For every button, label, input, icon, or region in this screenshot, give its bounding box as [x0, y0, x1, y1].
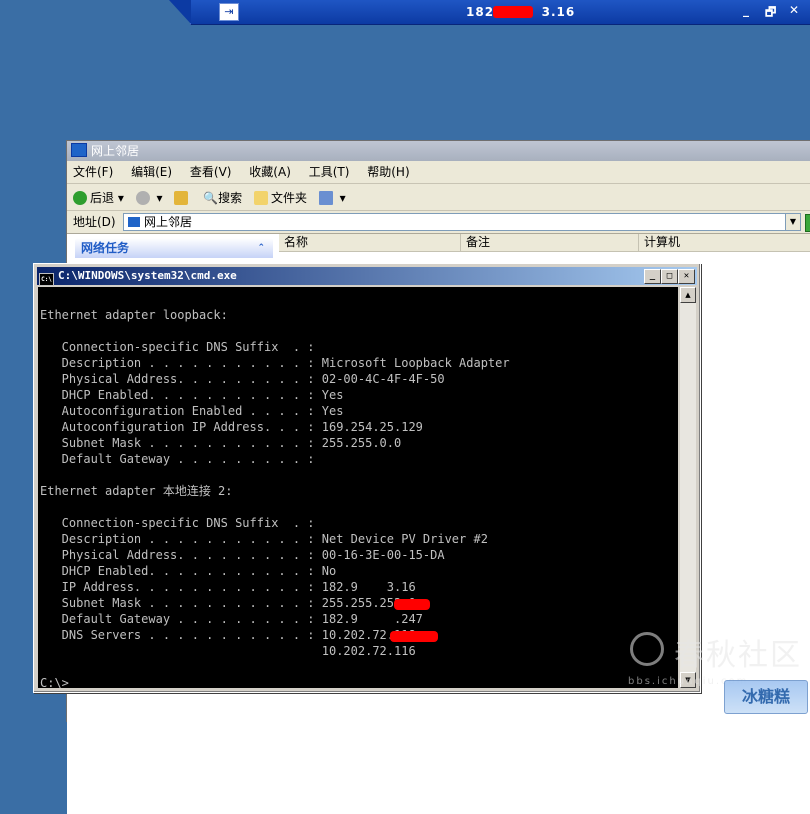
- explorer-menubar: 文件(F) 编辑(E) 查看(V) 收藏(A) 工具(T) 帮助(H): [67, 161, 810, 184]
- menu-edit[interactable]: 编辑(E): [131, 165, 172, 179]
- search-label: 搜索: [218, 190, 243, 205]
- search-icon: 🔍: [203, 190, 219, 205]
- watermark: 春秋社区 bbs.ichunqiu.com 冰糖糕: [628, 630, 810, 715]
- cmd-maximize-button[interactable]: □: [661, 269, 678, 284]
- menu-tools[interactable]: 工具(T): [309, 165, 350, 179]
- rdp-close-button[interactable]: ✕: [789, 3, 799, 17]
- up-folder-icon: [174, 190, 189, 205]
- cmd-window: C:\ C:\WINDOWS\system32\cmd.exe _ □ ✕ Eth…: [33, 263, 701, 693]
- address-dropdown-icon[interactable]: ▼: [785, 214, 800, 230]
- views-button[interactable]: ▾: [318, 185, 346, 211]
- views-icon: [318, 190, 333, 205]
- redaction-mark: [493, 6, 533, 18]
- cmd-close-button[interactable]: ✕: [678, 269, 695, 284]
- redaction-mark: [394, 599, 430, 610]
- explorer-titlebar[interactable]: 网上邻居: [67, 141, 810, 161]
- rdp-restore-button[interactable]: 🗗: [765, 3, 776, 24]
- back-button[interactable]: 后退 ▾: [73, 185, 124, 211]
- task-pane-title: 网络任务: [81, 241, 130, 255]
- back-arrow-icon: [73, 190, 87, 205]
- column-computer[interactable]: 计算机: [639, 234, 810, 251]
- console-output[interactable]: Ethernet adapter loopback: Connection-sp…: [38, 287, 678, 688]
- column-headers: 名称 备注 计算机: [279, 234, 810, 252]
- rdp-minimize-button[interactable]: _: [743, 3, 749, 17]
- search-button[interactable]: 🔍搜索: [203, 185, 242, 211]
- cmd-scrollbar[interactable]: ▲ ▼: [680, 287, 696, 688]
- watermark-logo-icon: [630, 632, 664, 666]
- explorer-toolbar: 后退 ▾ ▾ 🔍搜索 文件夹 ▾: [67, 184, 810, 211]
- menu-favorites[interactable]: 收藏(A): [249, 165, 291, 179]
- network-tasks-pane[interactable]: 网络任务 ⌃: [75, 238, 273, 258]
- scroll-up-icon[interactable]: ▲: [680, 287, 696, 303]
- menu-help[interactable]: 帮助(H): [367, 165, 409, 179]
- forward-button[interactable]: ▾: [135, 185, 163, 211]
- menu-view[interactable]: 查看(V): [190, 165, 232, 179]
- cmd-title: C:\WINDOWS\system32\cmd.exe: [58, 269, 237, 282]
- address-input[interactable]: 网上邻居 ▼: [123, 213, 801, 231]
- menu-file[interactable]: 文件(F): [73, 165, 113, 179]
- cmd-minimize-button[interactable]: _: [644, 269, 661, 284]
- watermark-text: 春秋社区: [674, 638, 802, 673]
- cmd-titlebar[interactable]: C:\ C:\WINDOWS\system32\cmd.exe _ □ ✕: [37, 267, 697, 286]
- column-comment[interactable]: 备注: [461, 234, 639, 251]
- cmd-icon: C:\: [39, 273, 54, 286]
- pin-icon[interactable]: ⇥: [219, 3, 239, 21]
- explorer-title: 网上邻居: [91, 144, 140, 158]
- collapse-icon[interactable]: ⌃: [257, 238, 265, 258]
- forward-arrow-icon: [135, 190, 150, 205]
- remote-desktop-bar: ⇥ 182. 3.16 _ 🗗 ✕: [190, 0, 810, 25]
- rdp-title-suffix: 3.16: [541, 5, 576, 19]
- go-button[interactable]: [805, 214, 810, 232]
- back-label: 后退: [90, 190, 115, 205]
- folders-label: 文件夹: [270, 190, 307, 205]
- up-folder-button[interactable]: [174, 185, 191, 211]
- network-places-icon: [71, 143, 87, 157]
- address-value: 网上邻居: [144, 215, 193, 229]
- address-bar: 地址(D) 网上邻居 ▼: [67, 211, 810, 234]
- folder-icon: [253, 190, 268, 205]
- network-places-icon: [128, 217, 140, 227]
- column-name[interactable]: 名称: [279, 234, 461, 251]
- watermark-badge: 冰糖糕: [724, 680, 808, 714]
- redaction-mark: [390, 631, 438, 642]
- console-text: Ethernet adapter loopback: Connection-sp…: [40, 308, 510, 688]
- address-label: 地址(D): [73, 215, 116, 229]
- folders-button[interactable]: 文件夹: [253, 185, 307, 211]
